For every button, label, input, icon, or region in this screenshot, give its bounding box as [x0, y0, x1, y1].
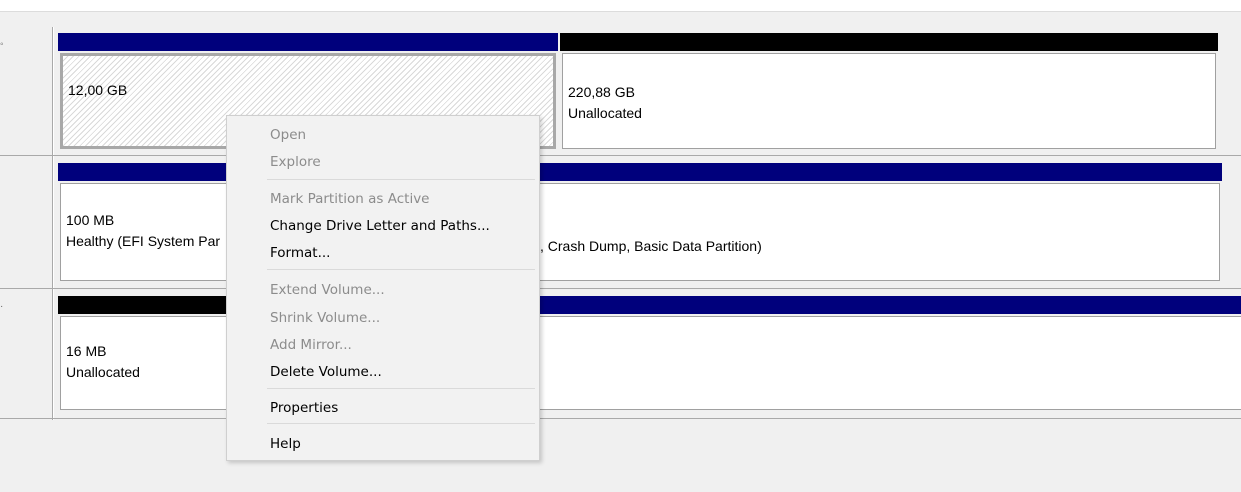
partition-bar: [560, 33, 1218, 51]
menu-separator: [267, 179, 535, 180]
menu-separator: [267, 388, 535, 389]
menu-separator: [267, 423, 535, 424]
disk-label-1[interactable]: ◦: [0, 27, 53, 155]
menu-item-extend-volume[interactable]: Extend Volume...: [227, 277, 539, 303]
context-menu: Open Explore Mark Partition as Active Ch…: [226, 115, 540, 461]
partition-bar-2: [540, 296, 1241, 314]
partition-status: Unallocated: [568, 105, 642, 121]
row-divider: [0, 418, 1241, 419]
partition-bar: [58, 296, 228, 314]
menu-item-open[interactable]: Open: [227, 122, 539, 148]
partition-unallocated-220gb[interactable]: 220,88 GB Unallocated: [560, 33, 1218, 151]
menu-item-properties[interactable]: Properties: [227, 395, 539, 421]
disk-row-1: ◦ 12,00 GB 220,88 GB Unallocated: [0, 27, 1241, 155]
disk-row-3: · 16 MB Unallocated: [0, 289, 1241, 420]
menu-item-format[interactable]: Format...: [227, 240, 539, 266]
partition-status-right: , Crash Dump, Basic Data Partition): [540, 238, 762, 254]
partition-bar: [58, 33, 558, 51]
menu-item-help[interactable]: Help: [227, 431, 539, 457]
menu-item-delete-volume[interactable]: Delete Volume...: [227, 359, 539, 385]
partition-body[interactable]: 220,88 GB Unallocated: [562, 53, 1216, 149]
menu-item-shrink-volume[interactable]: Shrink Volume...: [227, 305, 539, 331]
disk-row-2: 100 MB Healthy (EFI System Par , Crash D…: [0, 156, 1241, 288]
disk-label-marker: ·: [0, 301, 4, 312]
menu-separator: [267, 269, 535, 270]
disk-label-2[interactable]: [0, 156, 53, 288]
partition-size: 12,00 GB: [68, 82, 128, 98]
disk-label-marker: ◦: [0, 39, 4, 50]
menu-item-explore[interactable]: Explore: [227, 149, 539, 175]
menu-item-add-mirror[interactable]: Add Mirror...: [227, 332, 539, 358]
disk-label-3[interactable]: ·: [0, 289, 53, 420]
menu-item-change-drive-letter[interactable]: Change Drive Letter and Paths...: [227, 213, 539, 239]
header-strip: [0, 0, 1241, 12]
partition-size: 220,88 GB: [568, 84, 635, 100]
menu-item-mark-active[interactable]: Mark Partition as Active: [227, 186, 539, 212]
